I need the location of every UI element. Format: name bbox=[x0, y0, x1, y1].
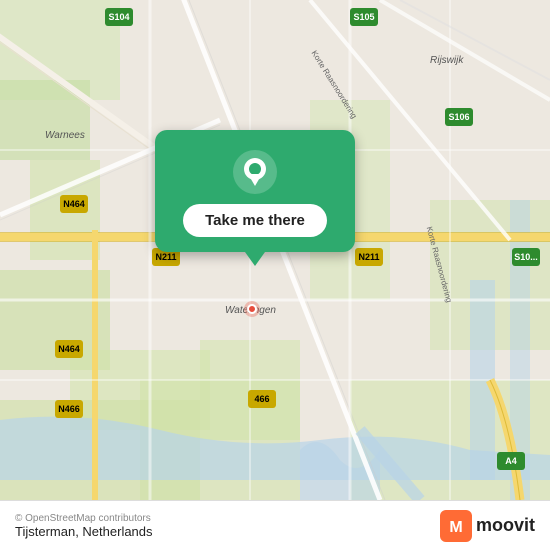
copyright-text: © OpenStreetMap contributors bbox=[15, 513, 153, 524]
route-badge-466: 466 bbox=[248, 390, 276, 408]
route-badge-s104: S104 bbox=[105, 8, 133, 26]
take-me-there-button[interactable]: Take me there bbox=[183, 204, 327, 237]
popup-card: Take me there bbox=[155, 130, 355, 252]
svg-text:M: M bbox=[449, 519, 462, 536]
route-badge-s106: S106 bbox=[445, 108, 473, 126]
route-badge-n464-2: N464 bbox=[55, 340, 83, 358]
bottom-bar: © OpenStreetMap contributors Tijsterman,… bbox=[0, 500, 550, 550]
route-badge-n211-2: N211 bbox=[355, 248, 383, 266]
map-container: S104 S105 S106 S10... N211 N211 N464 N46… bbox=[0, 0, 550, 500]
pin-icon bbox=[233, 150, 277, 194]
area-label-warnees: Warnees bbox=[45, 130, 85, 141]
moovit-logo: M moovit bbox=[440, 510, 535, 542]
moovit-brand-text: moovit bbox=[476, 515, 535, 536]
moovit-icon: M bbox=[440, 510, 472, 542]
bottom-info: © OpenStreetMap contributors Tijsterman,… bbox=[15, 513, 153, 539]
route-badge-s10x: S10... bbox=[512, 248, 540, 266]
route-badge-a4: A4 bbox=[497, 452, 525, 470]
route-badge-s105: S105 bbox=[350, 8, 378, 26]
area-label-rijswijk: Rijswijk bbox=[430, 55, 463, 66]
route-badge-n464: N464 bbox=[60, 195, 88, 213]
route-badge-n466: N466 bbox=[55, 400, 83, 418]
location-name: Tijsterman, Netherlands bbox=[15, 524, 153, 539]
location-dot bbox=[247, 304, 257, 314]
